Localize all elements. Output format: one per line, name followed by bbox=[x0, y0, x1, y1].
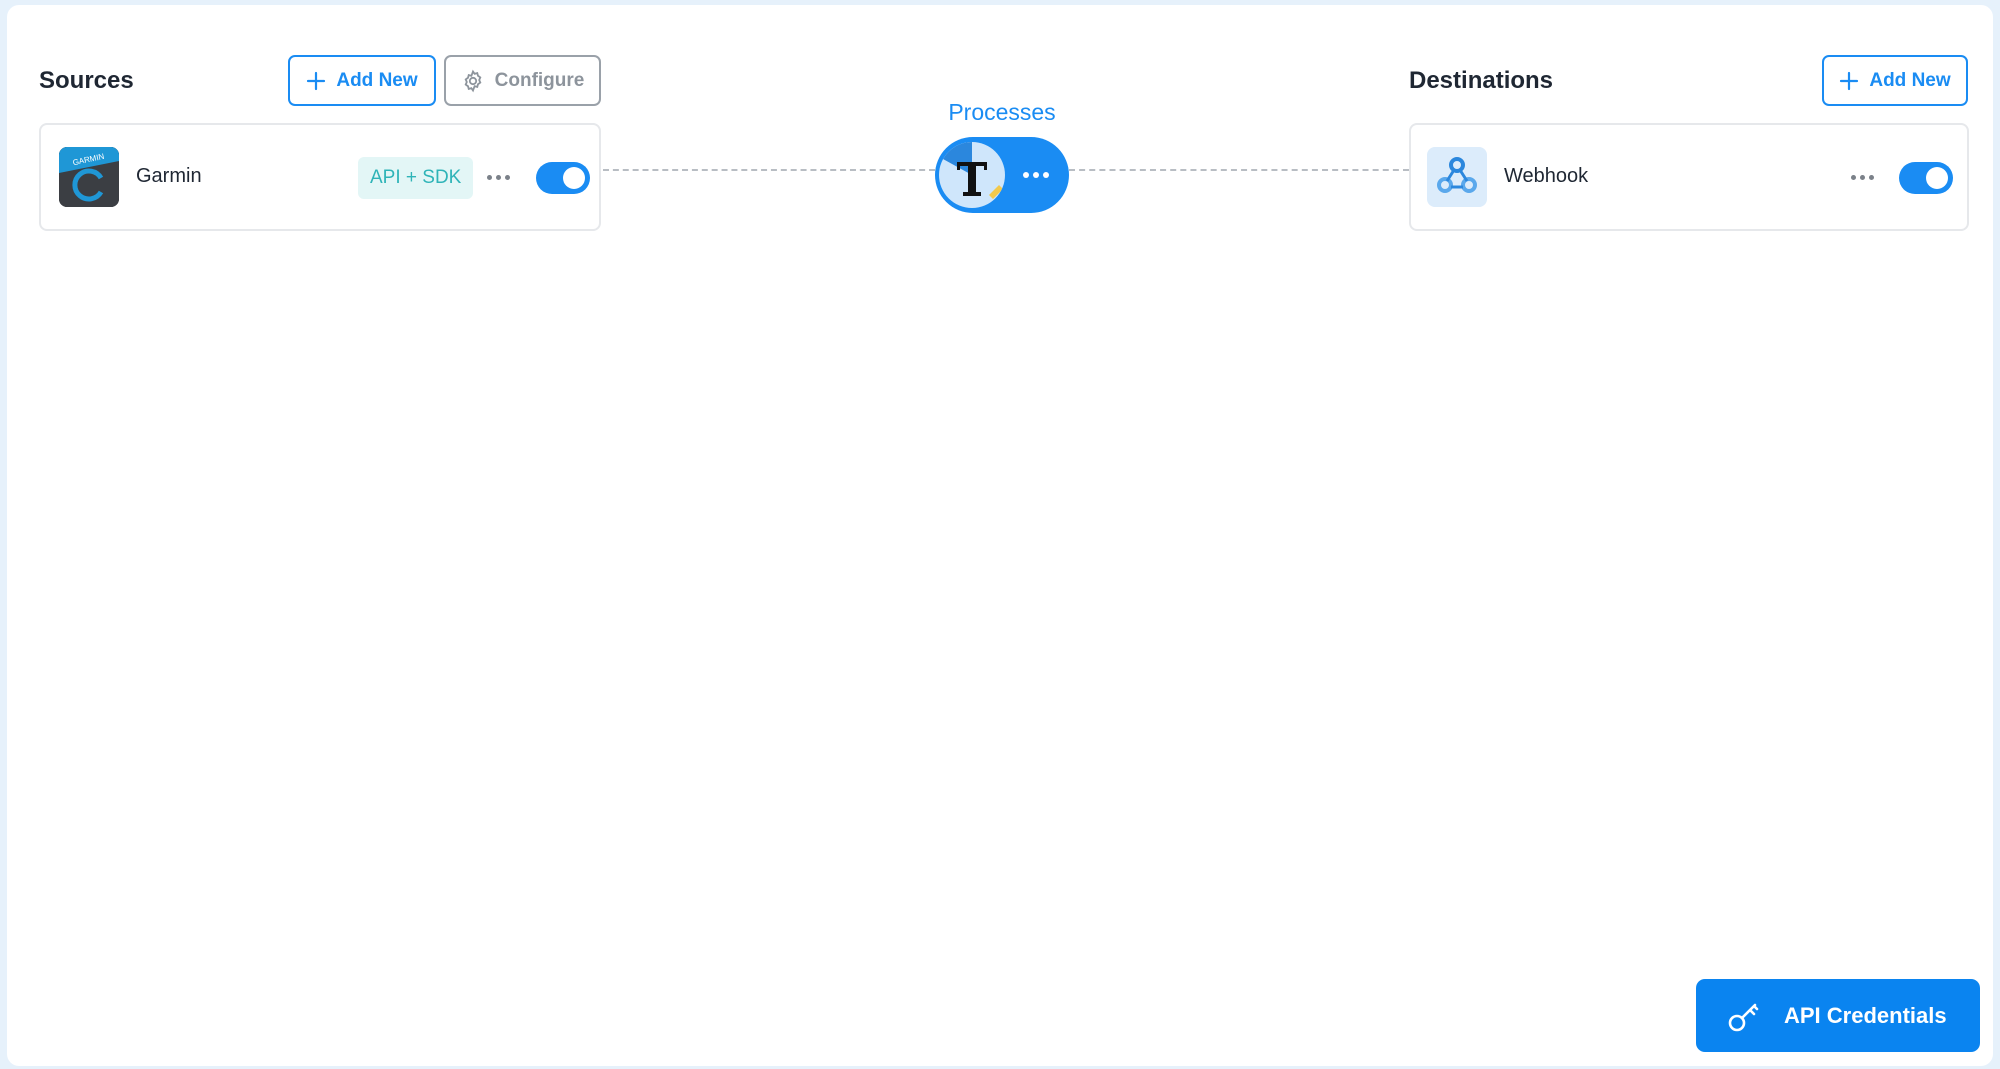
destination-name: Webhook bbox=[1504, 165, 1589, 187]
transform-t-icon bbox=[939, 142, 1005, 208]
sources-add-new-label: Add New bbox=[336, 69, 418, 91]
destinations-title: Destinations bbox=[1409, 67, 1554, 94]
pipeline-canvas: Sources Add New Configure GARMIN Garmin … bbox=[7, 5, 1993, 1066]
sources-configure-label: Configure bbox=[494, 69, 585, 91]
processes-title: Processes bbox=[948, 99, 1056, 125]
process-node[interactable] bbox=[935, 137, 1069, 213]
destination-more-options-icon[interactable] bbox=[1851, 175, 1874, 180]
destination-enabled-toggle[interactable] bbox=[1899, 162, 1953, 194]
webhook-icon bbox=[1427, 147, 1487, 207]
key-icon bbox=[1728, 1003, 1759, 1031]
source-connector-line bbox=[603, 169, 935, 171]
source-name: Garmin bbox=[136, 165, 202, 187]
source-card-garmin[interactable]: GARMIN Garmin API + SDK bbox=[39, 123, 601, 231]
gear-icon bbox=[464, 69, 482, 92]
source-type-badge: API + SDK bbox=[358, 157, 474, 199]
plus-icon bbox=[1840, 71, 1859, 90]
destinations-add-new-button[interactable]: Add New bbox=[1822, 55, 1968, 106]
api-credentials-label: API Credentials bbox=[1784, 1002, 1947, 1028]
sources-add-new-button[interactable]: Add New bbox=[288, 55, 436, 106]
source-more-options-icon[interactable] bbox=[487, 175, 510, 180]
sources-title: Sources bbox=[39, 67, 134, 94]
plus-icon bbox=[307, 71, 326, 90]
source-enabled-toggle[interactable] bbox=[536, 162, 590, 194]
api-credentials-button[interactable]: API Credentials bbox=[1696, 979, 1980, 1052]
garmin-logo-icon: GARMIN bbox=[59, 147, 119, 207]
destination-connector-line bbox=[1069, 169, 1409, 171]
destination-card-webhook[interactable]: Webhook bbox=[1409, 123, 1969, 231]
sources-configure-button[interactable]: Configure bbox=[444, 55, 601, 106]
destinations-add-new-label: Add New bbox=[1869, 69, 1951, 91]
process-more-options-icon[interactable] bbox=[1023, 172, 1049, 178]
